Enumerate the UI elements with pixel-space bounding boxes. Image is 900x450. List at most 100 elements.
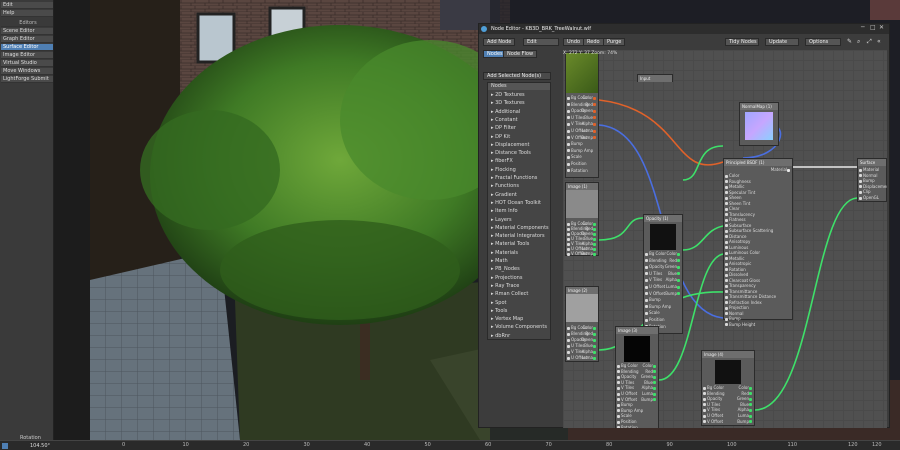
port-connector-icon[interactable] xyxy=(653,375,656,379)
node-port[interactable]: Clip xyxy=(859,189,871,194)
node-port[interactable]: V Tiles xyxy=(703,407,720,412)
zoom-icon[interactable]: ⌕ xyxy=(857,38,860,46)
port-connector-icon[interactable] xyxy=(677,265,680,269)
node-port[interactable]: Luminous Color xyxy=(725,250,760,255)
node-port[interactable]: Clear xyxy=(725,206,739,211)
port-connector-icon[interactable] xyxy=(725,284,728,288)
node-category-item[interactable]: ▸ Projections xyxy=(491,275,551,282)
port-connector-icon[interactable] xyxy=(567,142,570,146)
node-category-item[interactable]: ▸ Ray Trace xyxy=(491,283,551,290)
node-port[interactable]: Distance xyxy=(725,234,747,239)
node-category-item[interactable]: ▸ Constant xyxy=(491,117,551,124)
node-category-item[interactable]: ▸ DP Filter xyxy=(491,125,551,132)
node-port[interactable]: Sheen xyxy=(725,195,742,200)
node-port[interactable]: Anisotropic xyxy=(725,261,751,266)
node-port[interactable]: Alpha xyxy=(582,121,597,126)
node-port[interactable]: Projection xyxy=(725,305,749,310)
port-connector-icon[interactable] xyxy=(567,350,570,354)
port-connector-icon[interactable] xyxy=(725,273,728,277)
port-connector-icon[interactable] xyxy=(567,129,570,133)
node-port[interactable]: Subsurface xyxy=(725,223,751,228)
node-port[interactable]: U Tiles xyxy=(703,402,720,407)
port-connector-icon[interactable] xyxy=(859,185,862,189)
port-connector-icon[interactable] xyxy=(645,278,648,282)
port-connector-icon[interactable] xyxy=(593,356,596,360)
node-category-item[interactable]: ▸ Math xyxy=(491,258,551,265)
port-connector-icon[interactable] xyxy=(617,392,620,396)
port-connector-icon[interactable] xyxy=(725,229,728,233)
node-port[interactable]: Bump xyxy=(725,316,741,321)
node-port[interactable]: Transparency xyxy=(725,283,756,288)
port-connector-icon[interactable] xyxy=(593,129,596,133)
port-connector-icon[interactable] xyxy=(703,392,706,396)
port-connector-icon[interactable] xyxy=(725,251,728,255)
node-category-item[interactable]: ▸ Material Tools xyxy=(491,241,551,248)
add-node-menu[interactable]: Add Node xyxy=(483,38,516,46)
port-connector-icon[interactable] xyxy=(653,392,656,396)
purge-button[interactable]: Purge xyxy=(603,38,626,46)
add-selected-nodes-button[interactable]: Add Selected Node(s) xyxy=(483,72,551,80)
node-port[interactable]: Luma xyxy=(738,413,753,418)
node-port[interactable]: V Tiles xyxy=(645,277,662,282)
node-port[interactable]: Bump xyxy=(737,419,753,424)
node-port[interactable]: Refraction Index xyxy=(725,300,762,305)
port-connector-icon[interactable] xyxy=(725,224,728,227)
node-category-item[interactable]: ▸ Gradient xyxy=(491,192,551,199)
port-connector-icon[interactable] xyxy=(617,409,620,413)
node-category-item[interactable]: ▸ Material Components xyxy=(491,225,551,232)
port-connector-icon[interactable] xyxy=(859,174,862,178)
node-port[interactable]: Luma xyxy=(642,391,657,396)
node-port[interactable]: Anisotropy xyxy=(725,239,750,244)
port-connector-icon[interactable] xyxy=(725,218,728,222)
node-port[interactable]: Luma xyxy=(666,284,681,289)
fit-icon[interactable]: ⤢ xyxy=(867,38,872,46)
node-category-item[interactable]: ▸ Distance Tools xyxy=(491,150,551,157)
node-port[interactable]: Opacity xyxy=(645,264,664,269)
node-port[interactable]: Subsurface Scattering xyxy=(725,228,773,233)
node-port[interactable]: Opacity xyxy=(703,396,722,401)
node-port[interactable]: Transmittance Distance xyxy=(725,294,776,299)
node-port[interactable]: Bump xyxy=(645,297,661,302)
node-port[interactable]: Translucency xyxy=(725,212,755,217)
node-port[interactable]: Dissolved xyxy=(725,272,748,277)
node-port[interactable]: Red xyxy=(741,391,753,396)
opacity-node[interactable]: Opacity (1) Bg Color Blending Opacity U Til… xyxy=(643,214,683,334)
menu-item[interactable]: Help xyxy=(1,10,53,17)
port-connector-icon[interactable] xyxy=(593,109,596,113)
node-port[interactable]: Alpha xyxy=(642,385,657,390)
node-port[interactable]: Scale xyxy=(567,154,582,159)
port-connector-icon[interactable] xyxy=(593,116,596,120)
port-connector-icon[interactable] xyxy=(725,290,728,293)
port-connector-icon[interactable] xyxy=(725,240,728,244)
node-port[interactable]: Position xyxy=(617,419,637,424)
node-category-item[interactable]: ▸ Fractal Functions xyxy=(491,175,551,182)
port-connector-icon[interactable] xyxy=(567,252,570,256)
node-port[interactable]: Alpha xyxy=(666,277,681,282)
node-port[interactable]: U Tiles xyxy=(567,343,584,348)
node-port[interactable]: Green xyxy=(581,337,597,342)
node-port[interactable]: Blue xyxy=(584,115,597,120)
node-port[interactable]: Color xyxy=(667,251,681,256)
port-connector-icon[interactable] xyxy=(677,278,680,282)
node-port[interactable]: Rotation xyxy=(725,267,746,272)
node-category-item[interactable]: ▸ fiberFX xyxy=(491,158,551,165)
port-connector-icon[interactable] xyxy=(677,285,680,289)
node-port[interactable]: Sheen Tint xyxy=(725,201,750,206)
port-connector-icon[interactable] xyxy=(703,420,706,424)
port-connector-icon[interactable] xyxy=(567,332,570,336)
port-connector-icon[interactable] xyxy=(567,155,570,159)
node-port[interactable]: Position xyxy=(567,161,587,166)
port-connector-icon[interactable] xyxy=(593,350,596,354)
port-connector-icon[interactable] xyxy=(749,414,752,418)
port-connector-icon[interactable] xyxy=(593,326,596,330)
node-port[interactable]: Bump Amp xyxy=(645,304,671,309)
node-port[interactable]: Displacement xyxy=(859,184,887,189)
port-connector-icon[interactable] xyxy=(725,246,728,249)
port-connector-icon[interactable] xyxy=(645,305,648,309)
node-port[interactable]: Blending xyxy=(617,369,639,374)
port-connector-icon[interactable] xyxy=(567,338,570,342)
node-port[interactable]: Specular Tint xyxy=(725,190,755,195)
node-category-item[interactable]: ▸ Additional xyxy=(491,109,551,116)
edit-menu[interactable]: Edit xyxy=(523,38,559,46)
node-port[interactable]: Material xyxy=(771,167,791,172)
